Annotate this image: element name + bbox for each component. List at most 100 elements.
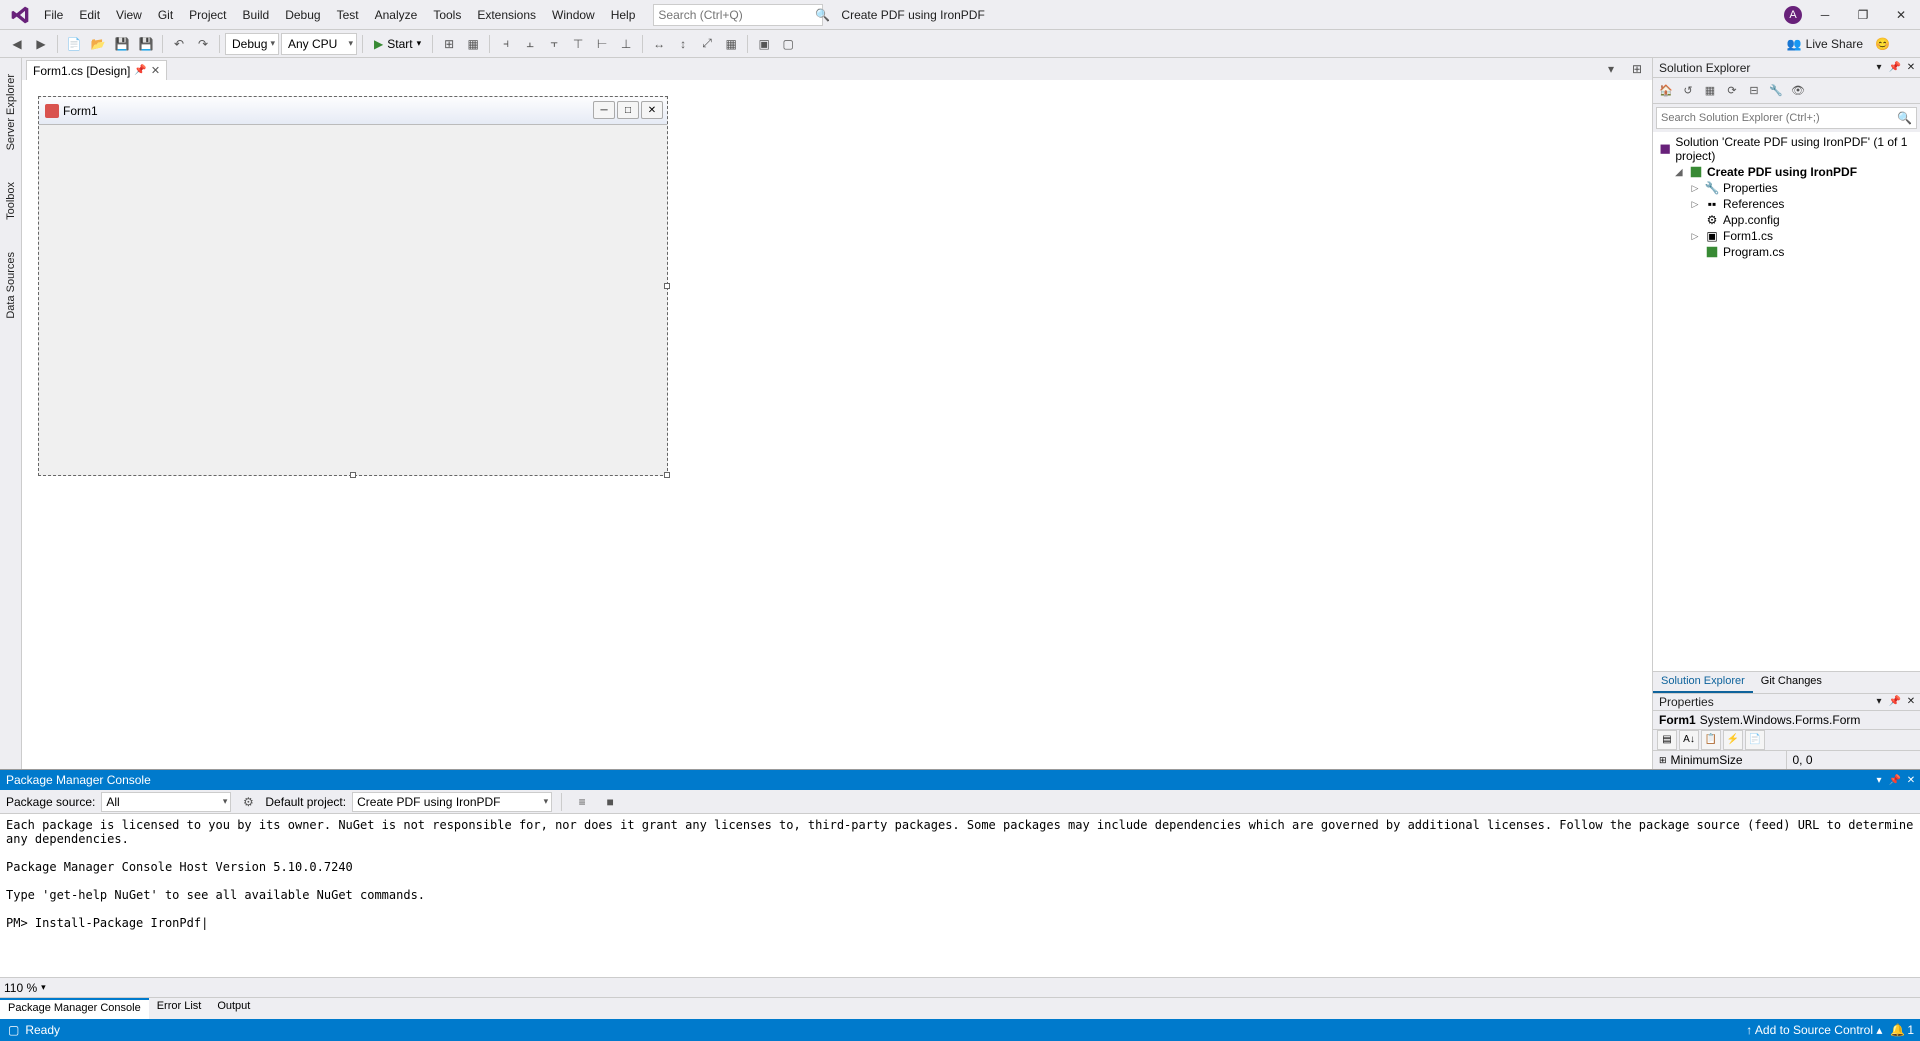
tree-program[interactable]: Program.cs	[1655, 244, 1918, 260]
nav-back-button[interactable]: ◀	[6, 33, 28, 55]
tab-pmc[interactable]: Package Manager Console	[0, 998, 149, 1019]
tab-dropdown-button[interactable]: ▾	[1600, 58, 1622, 80]
solution-tree[interactable]: Solution 'Create PDF using IronPDF' (1 o…	[1653, 132, 1920, 671]
menu-window[interactable]: Window	[544, 4, 603, 26]
resize-handle-bottom[interactable]	[350, 472, 356, 478]
tree-references[interactable]: ▷ ▪▪ References	[1655, 196, 1918, 212]
vspace-button[interactable]: ↕	[672, 33, 694, 55]
tree-appconfig[interactable]: ⚙ App.config	[1655, 212, 1918, 228]
tree-properties[interactable]: ▷ 🔧 Properties	[1655, 180, 1918, 196]
tree-project[interactable]: ◢ Create PDF using IronPDF	[1655, 164, 1918, 180]
resize-handle-right[interactable]	[664, 283, 670, 289]
panel-pin-icon[interactable]: 📌	[1888, 695, 1902, 709]
menu-build[interactable]: Build	[235, 4, 278, 26]
prop-categorized-button[interactable]: ▤	[1657, 730, 1677, 750]
undo-button[interactable]: ↶	[168, 33, 190, 55]
menu-edit[interactable]: Edit	[71, 4, 108, 26]
sol-refresh-button[interactable]: ⟳	[1723, 82, 1741, 100]
menu-git[interactable]: Git	[150, 4, 181, 26]
grid-button[interactable]: ▦	[720, 33, 742, 55]
panel-dropdown-icon[interactable]: ▾	[1872, 695, 1886, 709]
sol-props-button[interactable]: 🔧	[1767, 82, 1785, 100]
panel-pin-icon[interactable]: 📌	[1888, 61, 1902, 75]
panel-close-icon[interactable]: ✕	[1904, 773, 1918, 787]
align-center-button[interactable]: ⫠	[519, 33, 541, 55]
form-min-button[interactable]: ─	[593, 101, 615, 119]
tree-solution-root[interactable]: Solution 'Create PDF using IronPDF' (1 o…	[1655, 134, 1918, 164]
tab-menu-button[interactable]: ⊞	[1626, 58, 1648, 80]
tree-form1[interactable]: ▷ ▣ Form1.cs	[1655, 228, 1918, 244]
sol-home-button[interactable]: 🏠	[1657, 82, 1675, 100]
quick-search[interactable]: 🔍	[653, 4, 823, 26]
align-bottom-button[interactable]: ⊥	[615, 33, 637, 55]
open-button[interactable]: 📂	[87, 33, 109, 55]
form-max-button[interactable]: □	[617, 101, 639, 119]
expander-icon[interactable]: ▷	[1689, 231, 1701, 242]
save-all-button[interactable]: 💾	[135, 33, 157, 55]
restore-button[interactable]: ❐	[1848, 4, 1878, 26]
expander-icon[interactable]: ◢	[1673, 167, 1685, 178]
console-zoom[interactable]: 110 % ▾	[0, 977, 1920, 997]
redo-button[interactable]: ↷	[192, 33, 214, 55]
tab-git-changes[interactable]: Git Changes	[1753, 672, 1830, 693]
gutter-data-sources[interactable]: Data Sources	[3, 246, 19, 325]
align-top-button[interactable]: ⊤	[567, 33, 589, 55]
console-output[interactable]: Each package is licensed to you by its o…	[0, 814, 1920, 977]
form-window[interactable]: Form1 ─ □ ✕	[38, 96, 668, 476]
size-button[interactable]: ⤢	[696, 33, 718, 55]
sol-preview-button[interactable]: 👁	[1789, 82, 1807, 100]
expander-icon[interactable]: ⊞	[1659, 755, 1667, 766]
nav-fwd-button[interactable]: ▶	[30, 33, 52, 55]
pin-icon[interactable]: 📌	[134, 65, 146, 76]
console-stop-button[interactable]: ■	[599, 791, 621, 813]
sol-sync-button[interactable]: ↺	[1679, 82, 1697, 100]
solution-search-input[interactable]	[1661, 112, 1897, 124]
save-button[interactable]: 💾	[111, 33, 133, 55]
avatar[interactable]: A	[1784, 6, 1802, 24]
menu-test[interactable]: Test	[329, 4, 367, 26]
tab-error-list[interactable]: Error List	[149, 998, 210, 1019]
menu-extensions[interactable]: Extensions	[469, 4, 544, 26]
panel-dropdown-icon[interactable]: ▾	[1872, 773, 1886, 787]
doc-tab-form1[interactable]: Form1.cs [Design] 📌 ✕	[26, 60, 167, 80]
solution-search[interactable]: 🔍	[1656, 107, 1917, 129]
close-button[interactable]: ✕	[1886, 4, 1916, 26]
expander-icon[interactable]: ▷	[1689, 183, 1701, 194]
minimize-button[interactable]: ─	[1810, 4, 1840, 26]
menu-tools[interactable]: Tools	[425, 4, 469, 26]
prop-object-selector[interactable]: Form1 System.Windows.Forms.Form	[1653, 711, 1920, 730]
form-designer[interactable]: Form1 ─ □ ✕	[22, 80, 1652, 769]
prop-events-button[interactable]: ⚡	[1723, 730, 1743, 750]
sol-collapse-button[interactable]: ⊟	[1745, 82, 1763, 100]
hspace-button[interactable]: ↔	[648, 33, 670, 55]
align-left-button[interactable]: ⫞	[495, 33, 517, 55]
expander-icon[interactable]: ▷	[1689, 199, 1701, 210]
panel-pin-icon[interactable]: 📌	[1888, 773, 1902, 787]
platform-dropdown[interactable]: Any CPU	[281, 33, 357, 55]
pkg-settings-button[interactable]: ⚙	[237, 791, 259, 813]
form-close-button[interactable]: ✕	[641, 101, 663, 119]
menu-project[interactable]: Project	[181, 4, 234, 26]
quick-search-input[interactable]	[658, 8, 813, 22]
menu-help[interactable]: Help	[603, 4, 644, 26]
menu-file[interactable]: File	[36, 4, 71, 26]
notifications-button[interactable]: 🔔 1	[1890, 1023, 1914, 1037]
align-middle-button[interactable]: ⊢	[591, 33, 613, 55]
order-back-button[interactable]: ▢	[777, 33, 799, 55]
console-clear-button[interactable]: ≡	[571, 791, 593, 813]
source-control-button[interactable]: ↑ Add to Source Control ▴	[1746, 1023, 1882, 1037]
panel-dropdown-icon[interactable]: ▾	[1872, 61, 1886, 75]
tool-a-button[interactable]: ⊞	[438, 33, 460, 55]
sol-showall-button[interactable]: ▦	[1701, 82, 1719, 100]
new-project-button[interactable]: 📄	[63, 33, 85, 55]
prop-alpha-button[interactable]: A↓	[1679, 730, 1699, 750]
menu-analyze[interactable]: Analyze	[367, 4, 426, 26]
liveshare-button[interactable]: 👥 Live Share 😊	[1787, 37, 1890, 51]
resize-handle-br[interactable]	[664, 472, 670, 478]
gutter-toolbox[interactable]: Toolbox	[3, 176, 19, 226]
tab-solution-explorer[interactable]: Solution Explorer	[1653, 672, 1753, 693]
start-button[interactable]: ▶ Start ▾	[368, 33, 427, 55]
config-dropdown[interactable]: Debug	[225, 33, 279, 55]
prop-pages-button[interactable]: 📄	[1745, 730, 1765, 750]
default-project-dropdown[interactable]: Create PDF using IronPDF	[352, 792, 552, 812]
